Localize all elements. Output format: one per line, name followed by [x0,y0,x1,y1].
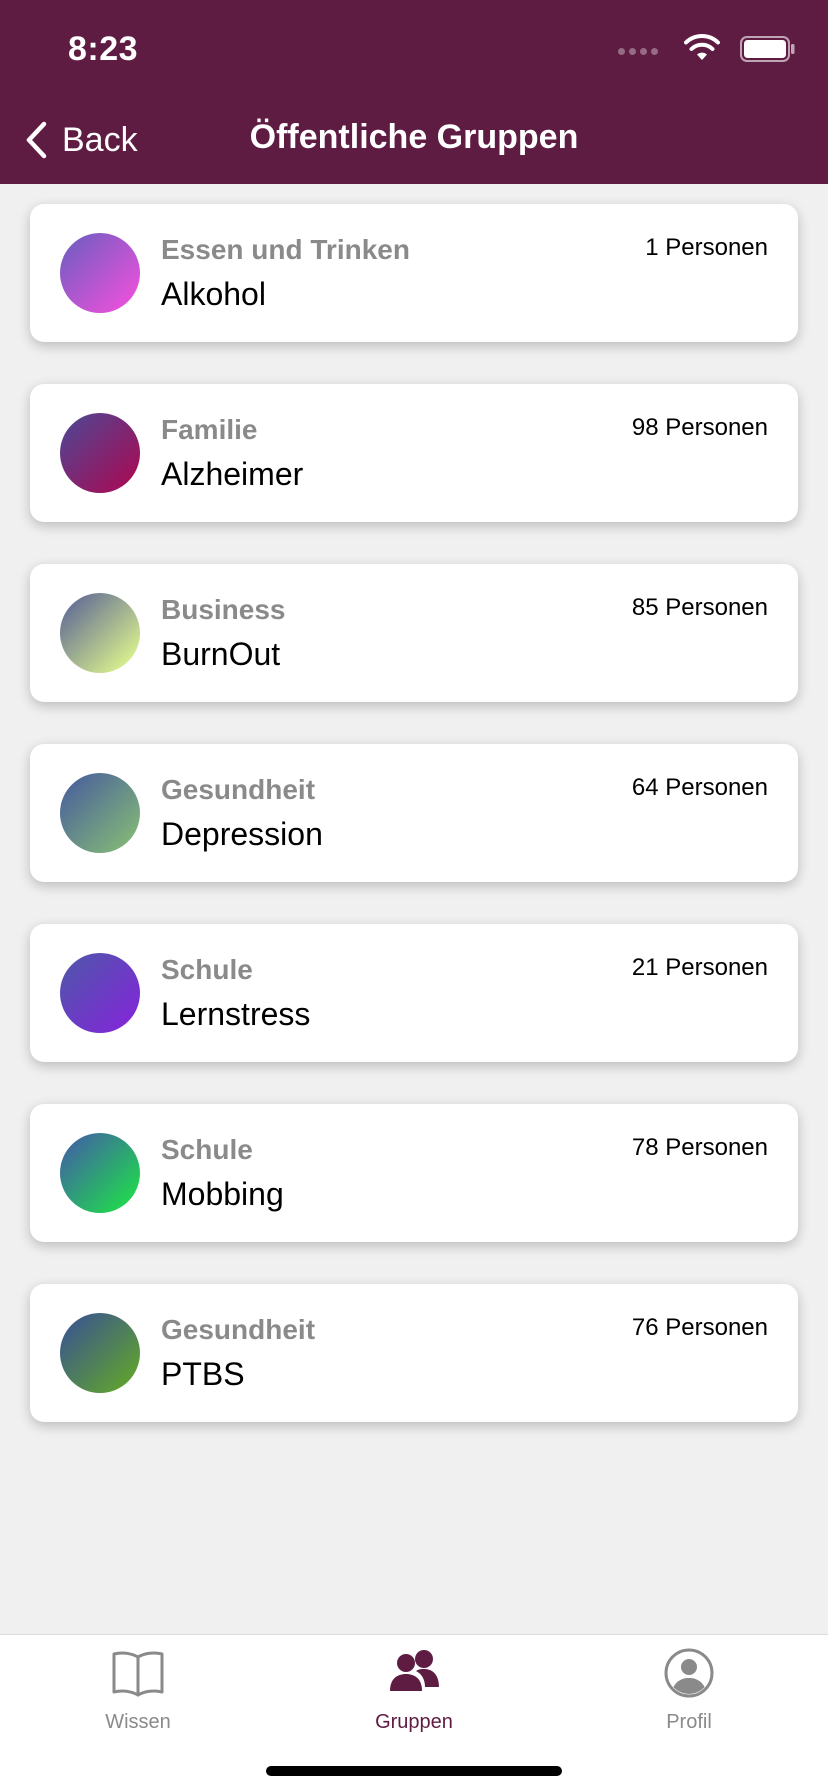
group-name: Lernstress [161,996,311,1032]
group-category: Gesundheit [161,774,316,805]
group-category: Schule [161,954,253,985]
tab-wissen[interactable]: Wissen [38,1645,238,1734]
tab-profil[interactable]: Profil [589,1645,789,1734]
group-avatar [60,1313,140,1393]
group-member-count: 1 Personen [645,234,768,261]
group-category: Gesundheit [161,1314,316,1345]
group-avatar [60,773,140,853]
group-name: Mobbing [161,1176,284,1212]
group-card[interactable]: Gesundheit PTBS 76 Personen [30,1284,798,1422]
group-avatar [60,1133,140,1213]
tab-gruppen[interactable]: Gruppen [314,1645,514,1734]
group-category: Schule [161,1134,253,1165]
group-member-count: 64 Personen [631,774,768,801]
group-card[interactable]: Schule Lernstress 21 Personen [30,924,798,1062]
group-avatar [60,413,140,493]
group-category: Essen und Trinken [161,234,410,265]
group-card[interactable]: Familie Alzheimer 98 Personen [30,384,798,522]
group-avatar [60,593,140,673]
group-icon [390,1650,439,1691]
home-indicator [266,1766,562,1776]
group-card[interactable]: Essen und Trinken Alkohol 1 Personen [30,204,798,342]
group-member-count: 78 Personen [631,1134,768,1161]
page-title: Öffentliche Gruppen [249,118,579,156]
group-card[interactable]: Gesundheit Depression 64 Personen [30,744,798,882]
group-name: Depression [161,816,323,852]
wifi-icon [684,34,720,60]
group-avatar [60,233,140,313]
group-name: BurnOut [161,636,281,672]
group-member-count: 21 Personen [631,954,768,981]
group-card[interactable]: Business BurnOut 85 Personen [30,564,798,702]
tab-label: Wissen [105,1711,171,1733]
group-member-count: 98 Personen [631,414,768,441]
group-name: Alkohol [161,276,266,312]
battery-icon [740,36,795,62]
book-icon [112,1651,164,1697]
group-member-count: 76 Personen [631,1314,768,1341]
group-member-count: 85 Personen [631,594,768,621]
tab-label: Profil [666,1711,712,1733]
group-name: Alzheimer [161,456,304,492]
tab-label: Gruppen [375,1711,453,1733]
signal-dots-icon [618,48,658,55]
group-card[interactable]: Schule Mobbing 78 Personen [30,1104,798,1242]
group-list: Essen und Trinken Alkohol 1 Personen Famili… [30,204,798,1464]
group-name: PTBS [161,1356,245,1392]
group-category: Business [161,594,286,625]
header: 8:23 Back Öffentliche Gruppen [0,0,828,184]
status-time: 8:23 [68,30,139,68]
group-category: Familie [161,414,258,445]
group-avatar [60,953,140,1033]
profile-icon [664,1648,714,1698]
